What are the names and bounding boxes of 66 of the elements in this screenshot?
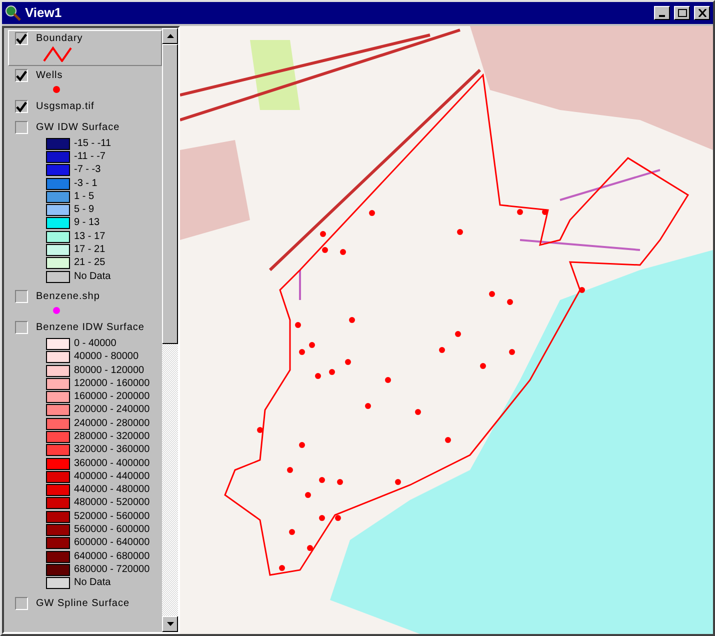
checkmark-icon	[16, 70, 27, 82]
class-label: 21 - 25	[74, 258, 106, 268]
class-label: No Data	[74, 272, 111, 282]
class-label: 0 - 40000	[74, 338, 116, 349]
legend-entry[interactable]: GW Spline Surface	[8, 594, 162, 615]
class-label: 5 - 9	[74, 205, 94, 216]
layer-name: GW Spline Surface	[36, 596, 130, 611]
layer-name: Boundary	[36, 32, 83, 46]
class-label: 17 - 21	[74, 245, 106, 256]
class-label: 1 - 5	[74, 192, 94, 202]
class-label: 640000 - 680000	[74, 552, 150, 562]
close-button[interactable]	[694, 6, 710, 20]
class-label: No Data	[74, 578, 111, 588]
class-label: 9 - 13	[74, 218, 100, 228]
class-label: 520000 - 560000	[74, 512, 150, 522]
checkmark-icon	[16, 100, 27, 112]
scrollbar[interactable]	[162, 28, 178, 632]
class-label: 200000 - 240000	[74, 405, 150, 416]
legend-entry[interactable]: Usgsmap.tif	[8, 98, 162, 118]
scroll-thumb[interactable]	[162, 44, 178, 344]
window-title: View1	[25, 4, 63, 22]
maximize-button[interactable]	[674, 6, 690, 20]
class-label: 680000 - 720000	[74, 564, 150, 575]
class-label: 360000 - 400000	[74, 458, 150, 469]
globe-magnifier-icon	[5, 5, 21, 21]
layer-checkbox[interactable]	[15, 32, 28, 45]
class-label: 560000 - 600000	[74, 525, 150, 536]
class-label: -11 - -7	[74, 152, 106, 162]
up-arrow-icon	[166, 34, 174, 38]
legend-entry[interactable]: Wells	[8, 67, 162, 97]
layer-name: Benzene IDW Surface	[36, 321, 144, 336]
layer-checkbox[interactable]	[15, 69, 28, 82]
layer-checkbox[interactable]	[15, 290, 28, 304]
maximize-icon	[678, 9, 686, 17]
scroll-down-button[interactable]	[162, 616, 178, 632]
class-label: -7 - -3	[74, 165, 101, 176]
class-label: 600000 - 640000	[74, 538, 150, 548]
class-label: 440000 - 480000	[74, 485, 150, 496]
class-label: 480000 - 520000	[74, 498, 150, 508]
class-label: 280000 - 320000	[74, 432, 150, 442]
class-label: 80000 - 120000	[74, 366, 144, 376]
layer-checkbox[interactable]	[15, 100, 28, 113]
legend-entry[interactable]: GW IDW Surface -15 - -11 -11 - -7 -7 - -3 -3 - 1 1 - 5 5 - 9 9 - 13 13 - 17 17 - 21 21 - 25 No Data	[8, 119, 162, 288]
class-label: 120000 - 160000	[74, 378, 150, 389]
layer-name: Usgsmap.tif	[36, 100, 94, 114]
layer-checkbox[interactable]	[15, 321, 28, 334]
class-label: -3 - 1	[74, 178, 98, 189]
legend-entry[interactable]: Benzene.shp	[8, 288, 162, 318]
down-arrow-icon	[166, 622, 174, 626]
scroll-up-button[interactable]	[162, 28, 178, 44]
legend-entry[interactable]: Boundary	[8, 30, 162, 66]
layer-name: Benzene.shp	[36, 290, 100, 304]
class-label: 13 - 17	[74, 232, 106, 242]
layer-name: GW IDW Surface	[36, 121, 120, 135]
class-label: 40000 - 80000	[74, 352, 139, 362]
class-label: 160000 - 200000	[74, 392, 150, 402]
class-label: 240000 - 280000	[74, 418, 150, 429]
class-label: -15 - -11	[74, 138, 112, 149]
layer-name: Wells	[36, 69, 63, 83]
class-label: 400000 - 440000	[74, 472, 150, 482]
layer-checkbox[interactable]	[15, 596, 28, 610]
checkmark-icon	[16, 32, 27, 44]
close-icon	[698, 9, 706, 17]
class-label: 320000 - 360000	[74, 445, 150, 456]
minimize-button[interactable]	[654, 6, 670, 20]
layer-checkbox[interactable]	[15, 121, 28, 134]
